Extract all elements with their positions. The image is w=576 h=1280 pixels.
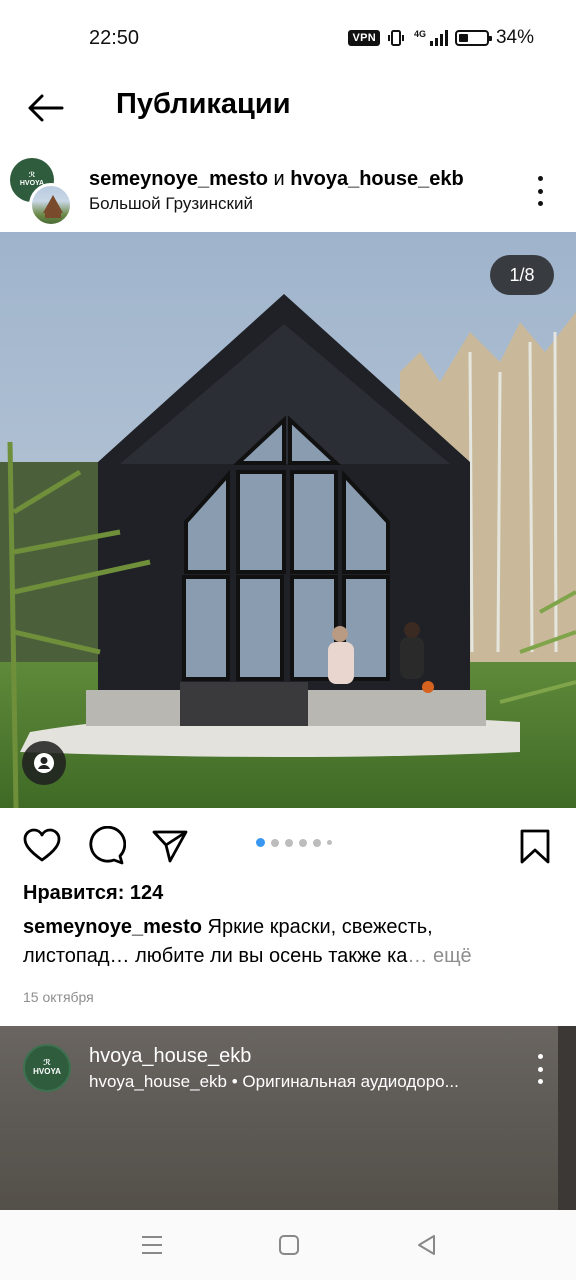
battery-icon — [454, 30, 492, 46]
carousel-indicator — [256, 838, 332, 847]
house-photo — [0, 232, 576, 808]
avatar-logo-mark: ℛ — [28, 172, 36, 180]
bookmark-icon — [520, 829, 550, 864]
back-button[interactable] — [24, 88, 68, 128]
dot-icon — [537, 1066, 543, 1072]
avatar[interactable]: ℛ HVOYA — [23, 1044, 71, 1092]
network-label: 4G — [414, 29, 426, 39]
dot-icon — [537, 1054, 543, 1059]
dot-icon — [537, 1079, 543, 1084]
battery-fill — [458, 34, 468, 42]
caption-more-link[interactable]: ещё — [427, 945, 472, 967]
location-link[interactable]: Большой Грузинский — [89, 194, 253, 214]
status-icons: VPN 4G 34% — [348, 27, 534, 49]
avatar[interactable] — [29, 183, 73, 227]
recents-button[interactable] — [139, 1232, 165, 1258]
clock: 22:50 — [89, 27, 140, 49]
save-button[interactable] — [515, 826, 555, 866]
share-button[interactable] — [150, 826, 190, 866]
signal-icon: 4G — [414, 29, 448, 46]
comment-button[interactable] — [86, 825, 127, 866]
tagged-people-button[interactable] — [22, 741, 66, 785]
dot-icon — [537, 176, 543, 181]
post-actions — [0, 820, 576, 870]
carousel-dot — [271, 838, 279, 847]
username-link[interactable]: semeynoye_mesto — [89, 168, 268, 190]
avatar-logo-text: HVOYA — [33, 1067, 61, 1076]
arrow-left-icon — [28, 94, 64, 122]
speech-bubble-icon — [89, 825, 127, 865]
carousel-dot — [313, 838, 321, 847]
square-icon — [279, 1235, 299, 1255]
post-header: ℛ HVOYA semeynoye_mesto и hvoya_house_ekb… — [0, 150, 576, 227]
vibrate-icon — [387, 30, 404, 46]
vpn-icon: VPN — [348, 30, 380, 46]
dot-icon — [537, 201, 543, 206]
next-post-edge — [558, 1026, 576, 1210]
app-header: Публикации — [0, 76, 576, 138]
status-bar: 22:50 VPN 4G 34% — [0, 0, 576, 76]
next-post-audio-link[interactable]: hvoya_house_ekb • Оригинальная аудиодоро… — [89, 1072, 509, 1092]
carousel-dot — [256, 838, 265, 847]
collab-avatars[interactable]: ℛ HVOYA — [10, 158, 76, 227]
dot-icon — [537, 188, 543, 194]
next-post-username[interactable]: hvoya_house_ekb — [89, 1045, 251, 1068]
carousel-dot — [327, 840, 332, 845]
post-usernames: semeynoye_mesto и hvoya_house_ekb — [89, 168, 464, 191]
system-nav-bar — [0, 1210, 576, 1280]
system-back-button[interactable] — [414, 1232, 440, 1258]
hamburger-icon — [142, 1236, 162, 1254]
likes-count[interactable]: Нравится: 124 — [23, 882, 163, 905]
image-counter-badge: 1/8 — [490, 255, 554, 295]
post-caption: semeynoye_mesto Яркие краски, свежесть, … — [23, 913, 543, 971]
more-options-button[interactable] — [528, 176, 552, 206]
heart-icon — [23, 828, 61, 862]
paper-plane-icon — [152, 830, 188, 863]
next-post-more-button[interactable] — [528, 1054, 552, 1084]
like-button[interactable] — [22, 826, 62, 866]
carousel-dot — [299, 838, 307, 847]
page-title: Публикации — [116, 88, 291, 120]
username-link[interactable]: hvoya_house_ekb — [290, 168, 463, 190]
battery-percent: 34% — [495, 27, 534, 48]
person-icon — [34, 753, 54, 773]
carousel-dot — [285, 838, 293, 847]
triangle-left-icon — [418, 1235, 435, 1255]
caption-username[interactable]: semeynoye_mesto — [23, 916, 202, 938]
post-image[interactable] — [0, 232, 576, 808]
post-date: 15 октября — [23, 989, 94, 1005]
username-joiner: и — [267, 168, 291, 190]
caption-ellipsis: … — [407, 945, 428, 967]
home-button[interactable] — [276, 1232, 302, 1258]
next-post-preview[interactable]: ℛ HVOYA hvoya_house_ekb hvoya_house_ekb •… — [0, 1026, 576, 1210]
